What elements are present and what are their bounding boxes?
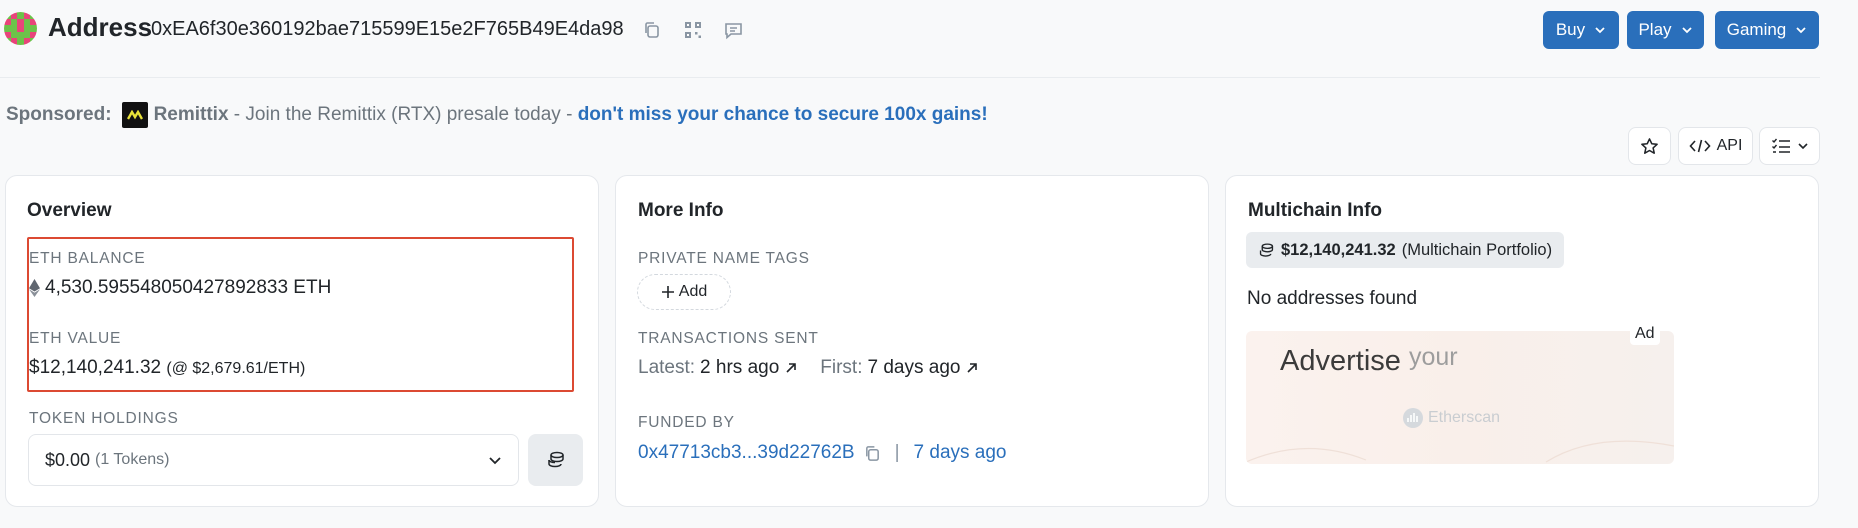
chevron-down-icon (1797, 143, 1808, 150)
play-button[interactable]: Play (1627, 11, 1704, 49)
first-value[interactable]: 7 days ago (868, 357, 961, 379)
sponsored-label: Sponsored: (6, 104, 112, 125)
token-value: $0.00 (45, 449, 91, 470)
copy-icon[interactable] (640, 18, 664, 42)
copy-icon[interactable] (864, 445, 881, 462)
multichain-portfolio-button[interactable]: $12,140,241.32 (Multichain Portfolio) (1246, 232, 1565, 268)
portfolio-suffix: (Multichain Portfolio) (1401, 240, 1553, 259)
add-tag-button[interactable]: Add (637, 274, 731, 310)
funded-time[interactable]: 7 days ago (914, 442, 1007, 464)
more-info-title: More Info (638, 200, 724, 221)
add-tag-label: Add (678, 283, 708, 300)
chevron-down-icon (1796, 27, 1806, 34)
api-button[interactable]: API (1678, 127, 1753, 165)
token-holdings-label: TOKEN HOLDINGS (29, 410, 179, 427)
token-holdings-dropdown[interactable]: $0.00 (1 Tokens) (28, 434, 519, 486)
eth-value-label: ETH VALUE (29, 330, 122, 347)
token-count: (1 Tokens) (95, 451, 170, 468)
list-icon (1771, 138, 1790, 153)
eth-price: (@ $2,679.61/ETH) (166, 360, 306, 377)
coins-icon (1259, 242, 1274, 257)
overview-card: Overview ETH BALANCE 4,530.5955480504278… (5, 175, 599, 507)
ad-tag: Ad (1630, 323, 1660, 345)
ad-headline: Advertise your (1280, 343, 1458, 378)
comment-icon[interactable] (721, 18, 745, 42)
multichain-card: Multichain Info $12,140,241.32 (Multicha… (1225, 175, 1819, 507)
token-portfolio-button[interactable] (528, 434, 583, 486)
star-icon (1641, 137, 1658, 154)
chevron-down-icon (1595, 27, 1605, 34)
funded-by-row: 0x47713cb3...39d22762B | 7 days ago (638, 442, 1007, 464)
remittix-logo-icon (121, 102, 148, 128)
funded-address[interactable]: 0x47713cb3...39d22762B (638, 442, 855, 464)
arrow-up-right-icon[interactable] (784, 361, 798, 375)
eth-price-value: $2,679.61/ETH (192, 360, 300, 377)
overview-title: Overview (27, 200, 112, 221)
chevron-down-icon (1681, 27, 1692, 34)
play-button-label: Play (1638, 20, 1672, 39)
ad-brand-name: Etherscan (1428, 409, 1501, 426)
ad-banner[interactable]: Advertise your Etherscan (1246, 331, 1674, 464)
plus-icon (661, 286, 674, 298)
gaming-button-label: Gaming (1726, 20, 1787, 39)
api-button-label: API (1716, 137, 1743, 154)
ad-decoration (1246, 440, 1674, 463)
buy-button[interactable]: Buy (1543, 11, 1619, 49)
eth-balance: 4,530.595548050427892833 ETH (29, 277, 331, 299)
funded-by-label: FUNDED BY (638, 414, 735, 431)
latest-value[interactable]: 2 hrs ago (700, 357, 779, 379)
sponsor-link[interactable]: don't miss your chance to secure 100x ga… (578, 104, 988, 126)
ethereum-icon (29, 279, 40, 297)
tx-sent-row: Latest: 2 hrs ago First: 7 days ago (638, 357, 979, 379)
first-label: First: (820, 357, 863, 378)
favorite-button[interactable] (1628, 127, 1671, 165)
chevron-down-icon (489, 457, 501, 465)
ad-headline-main: Advertise (1280, 345, 1401, 377)
more-info-card: More Info PRIVATE NAME TAGS Add TRANSACT… (615, 175, 1209, 507)
eth-balance-label: ETH BALANCE (29, 250, 146, 267)
portfolio-value: $12,140,241.32 (1281, 240, 1396, 259)
code-icon (1689, 139, 1711, 153)
no-addresses-text: No addresses found (1247, 288, 1418, 309)
page-title: Address (48, 12, 153, 42)
eth-value: $12,140,241.32 (@ $2,679.61/ETH) (29, 357, 305, 379)
address-avatar (4, 12, 37, 45)
qr-code-icon[interactable] (681, 18, 705, 42)
address-hash: 0xEA6f30e360192bae715599E15e2F765B49E4da… (151, 18, 624, 40)
gaming-button[interactable]: Gaming (1715, 11, 1819, 49)
header-divider (0, 77, 1820, 78)
multichain-title: Multichain Info (1248, 200, 1383, 221)
eth-balance-value: 4,530.595548050427892833 ETH (45, 277, 332, 298)
sponsored-banner: Sponsored: Remittix - Join the Remittix … (6, 102, 988, 128)
arrow-up-right-icon[interactable] (965, 361, 979, 375)
tx-sent-label: TRANSACTIONS SENT (638, 330, 819, 347)
ad-headline-tail: your (1408, 343, 1458, 371)
buy-button-label: Buy (1555, 20, 1586, 39)
latest-label: Latest: (638, 357, 696, 378)
more-options-button[interactable] (1759, 127, 1820, 165)
sponsor-text: - Join the Remittix (RTX) presale today … (228, 104, 578, 125)
private-tags-label: PRIVATE NAME TAGS (638, 250, 810, 267)
coins-icon (547, 451, 564, 468)
funded-separator: | (894, 442, 900, 463)
eth-value-amount: $12,140,241.32 (29, 357, 162, 378)
sponsor-brand[interactable]: Remittix (154, 104, 229, 126)
